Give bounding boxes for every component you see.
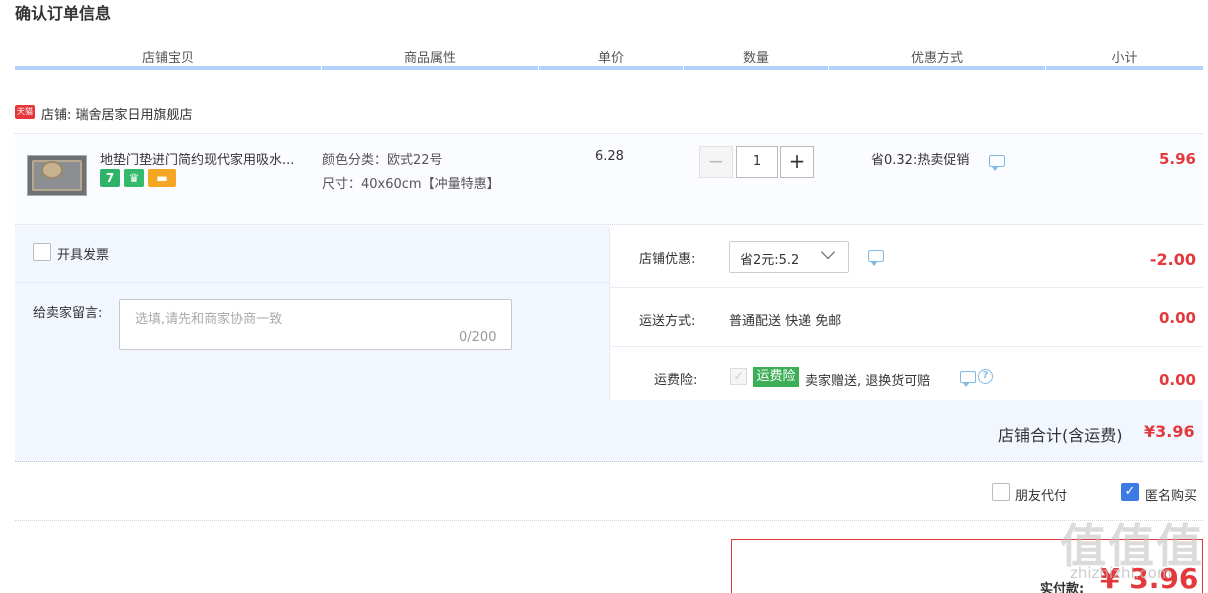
shipping-method: 普通配送 快递 免邮 (729, 314, 842, 329)
attr-color: 颜色分类：欧式22号 (322, 153, 443, 168)
quantity-decrease-button[interactable]: − (699, 146, 733, 178)
promo-text: 省0.32:热卖促销 (871, 153, 970, 168)
product-thumbnail[interactable] (27, 155, 87, 196)
header-quantity: 数量 (742, 51, 769, 66)
attr-size: 尺寸：40x60cm【冲量特惠】 (322, 177, 500, 192)
header-attributes: 商品属性 (403, 51, 456, 66)
shipping-label: 运送方式: (639, 314, 696, 329)
insurance-amount: 0.00 (1158, 371, 1196, 389)
message-placeholder: 选填,请先和商家协商一致 (135, 312, 283, 327)
shop-discount-label: 店铺优惠: (639, 252, 696, 267)
invoice-checkbox[interactable] (33, 243, 51, 261)
divider (15, 520, 1203, 521)
unit-price: 6.28 (595, 149, 624, 164)
message-char-count: 0/200 (459, 330, 497, 345)
chat-icon[interactable] (989, 155, 1005, 171)
insurance-text: 卖家赠送, 退换货可赔 (805, 374, 931, 389)
divider (609, 287, 1203, 288)
chat-icon[interactable] (960, 371, 976, 387)
shop-discount-amount: -2.00 (1149, 250, 1196, 269)
divider (15, 282, 609, 283)
header-shop-item: 店铺宝贝 (141, 51, 194, 66)
product-title-link[interactable]: 地垫门垫进门简约现代家用吸水... (100, 149, 294, 168)
header-discount: 优惠方式 (910, 51, 963, 66)
insurance-badge: 运费险 (753, 367, 799, 387)
invoice-label[interactable]: 开具发票 (57, 244, 109, 263)
header-underline (829, 66, 1045, 70)
watermark-url: zhizhizhi.com (1070, 564, 1172, 582)
friend-pay-label[interactable]: 朋友代付 (1015, 485, 1067, 504)
order-item-row (15, 133, 1203, 225)
header-underline (539, 66, 683, 70)
anonymous-checkbox[interactable]: ✓ (1121, 483, 1139, 501)
header-underline (322, 66, 538, 70)
header-subtotal: 小计 (1111, 51, 1138, 66)
shop-total-label: 店铺合计(含运费) (998, 426, 1123, 445)
shop-name-link[interactable]: 店铺: 瑞舍居家日用旗舰店 (41, 104, 193, 123)
message-label: 给卖家留言: (33, 306, 103, 321)
seven-day-icon[interactable]: 7 (100, 169, 120, 187)
page-title: 确认订单信息 (15, 4, 112, 23)
tmall-icon: 天猫 (15, 105, 35, 119)
chat-icon[interactable] (868, 250, 884, 266)
header-underline (15, 66, 321, 70)
quantity-increase-button[interactable]: + (780, 146, 814, 178)
quantity-input[interactable]: 1 (736, 146, 778, 178)
rug-medallion (41, 161, 63, 179)
card-icon[interactable]: ▬ (148, 169, 176, 187)
shop-total-value: ¥3.96 (1144, 422, 1195, 441)
shop-discount-value[interactable]: 省2元:5.2 (740, 249, 799, 268)
shipping-amount: 0.00 (1158, 309, 1196, 327)
insurance-label: 运费险: (654, 373, 698, 388)
item-subtotal: 5.96 (1158, 150, 1196, 168)
insurance-checkbox: ✓ (730, 368, 747, 385)
header-underline (684, 66, 828, 70)
header-underline (1046, 66, 1203, 70)
anonymous-label[interactable]: 匿名购买 (1145, 485, 1197, 504)
shield-icon[interactable]: ♛ (124, 169, 144, 187)
help-icon[interactable]: ? (978, 369, 993, 384)
divider (609, 346, 1203, 347)
header-unit-price: 单价 (597, 51, 624, 66)
friend-pay-checkbox[interactable] (992, 483, 1010, 501)
